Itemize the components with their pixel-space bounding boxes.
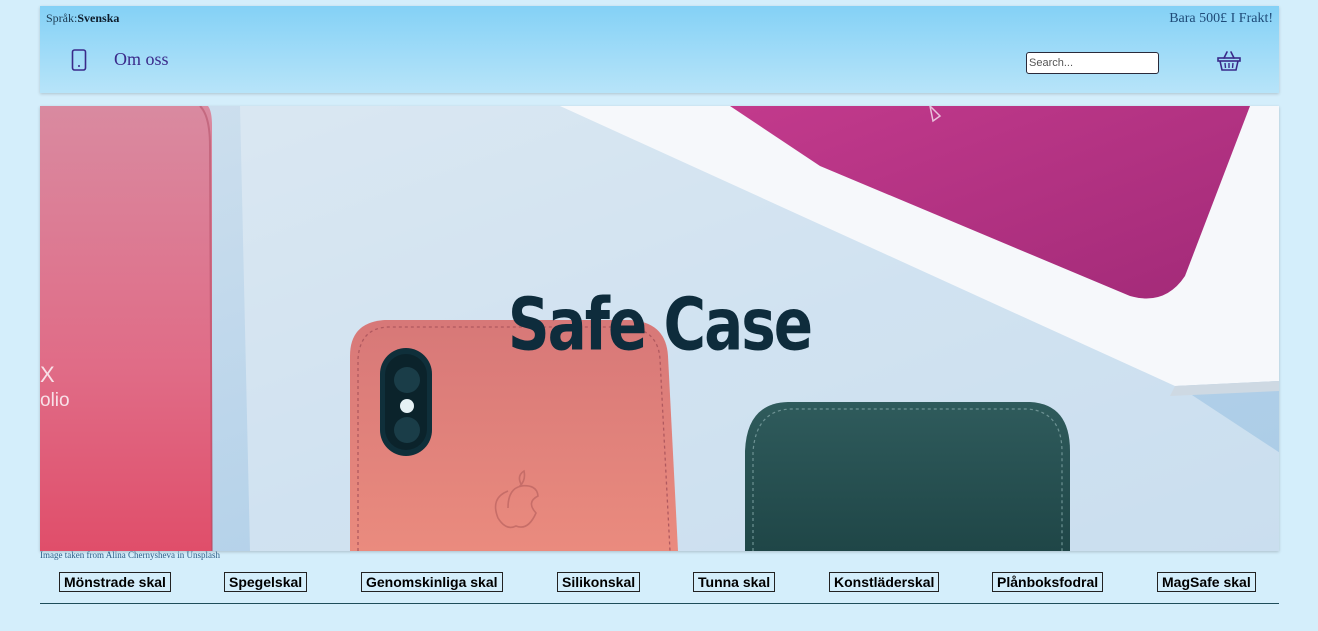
category-tunna-skal[interactable]: Tunna skal: [693, 572, 776, 592]
category-silikonskal[interactable]: Silikonskal: [557, 572, 641, 592]
category-monstrade-skal[interactable]: Mönstrade skal: [59, 572, 171, 592]
phone-icon[interactable]: [71, 49, 87, 71]
hero-banner: X olio Safe Case: [40, 106, 1279, 551]
category-konstladerskal[interactable]: Konstläderskal: [829, 572, 940, 592]
category-spegelskal[interactable]: Spegelskal: [224, 572, 308, 592]
about-link[interactable]: Om oss: [114, 49, 169, 70]
language-label: Språk:: [46, 11, 78, 25]
category-planboksfodral[interactable]: Plånboksfodral: [992, 572, 1104, 592]
hero-title: Safe Case: [507, 282, 813, 367]
image-credit: Image taken from Alina Chernysheva in Un…: [40, 550, 220, 560]
language-selector[interactable]: Språk:Svenska: [46, 11, 119, 26]
shipping-promo: Bara 500£ I Frakt!: [1169, 11, 1273, 26]
search-input[interactable]: [1026, 52, 1159, 74]
category-genomskinliga-skal[interactable]: Genomskinliga skal: [361, 572, 503, 592]
site-header: Språk:Svenska Bara 500£ I Frakt! Om oss: [40, 6, 1279, 93]
category-nav: Mönstrade skal Spegelskal Genomskinliga …: [40, 572, 1279, 604]
language-value[interactable]: Svenska: [77, 11, 119, 25]
box-text-2: olio: [40, 390, 70, 411]
category-magsafe-skal[interactable]: MagSafe skal: [1157, 572, 1256, 592]
basket-icon[interactable]: [1217, 50, 1241, 72]
